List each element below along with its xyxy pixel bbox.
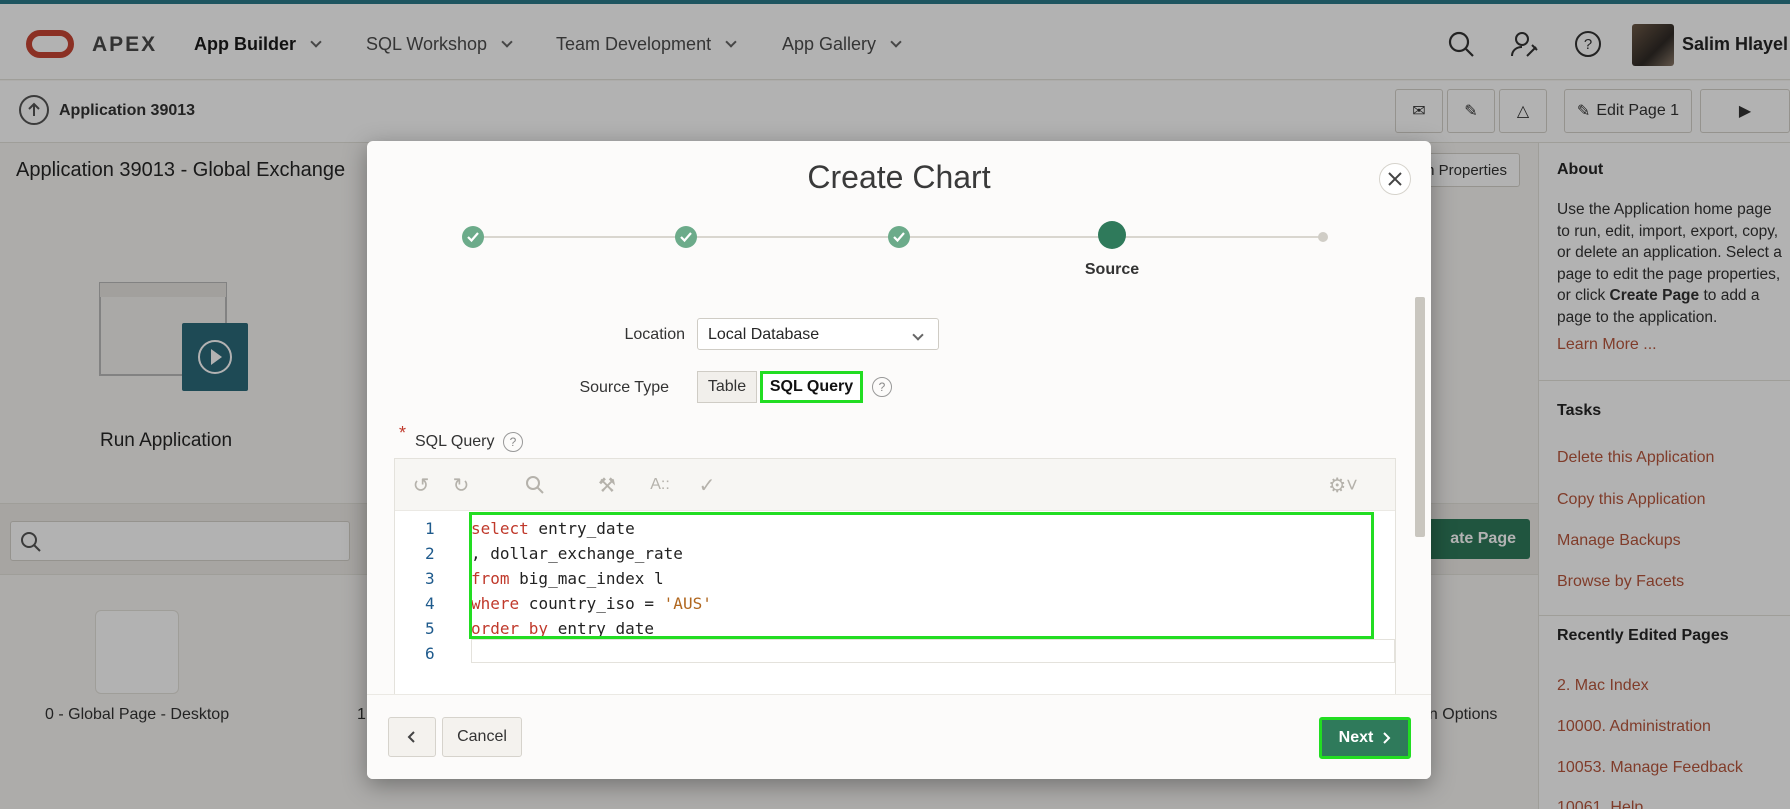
- search-icon[interactable]: [523, 473, 547, 497]
- dialog-scrollbar[interactable]: [1413, 283, 1427, 687]
- sql-query-label: SQL Query: [415, 433, 495, 450]
- dialog-footer: Cancel Next: [367, 694, 1431, 779]
- next-button[interactable]: Next: [1319, 717, 1411, 759]
- location-value: Local Database: [708, 326, 820, 343]
- code-highlight-box: [469, 512, 1374, 639]
- source-type-label: Source Type: [579, 379, 669, 396]
- wizard-step-future: [1318, 232, 1328, 242]
- validate-icon[interactable]: ✓: [695, 473, 719, 497]
- close-icon: [1388, 172, 1402, 186]
- wizard-step-complete: [675, 226, 697, 248]
- active-line: [471, 639, 1395, 663]
- create-chart-dialog: Create Chart Source Location Local Datab…: [367, 141, 1431, 779]
- line-number: 6: [425, 644, 435, 663]
- previous-button[interactable]: [388, 717, 436, 757]
- required-marker: *: [399, 423, 407, 443]
- line-number: 1: [425, 519, 435, 538]
- wizard-step-complete: [888, 226, 910, 248]
- source-type-table[interactable]: Table: [697, 371, 757, 403]
- scroll-thumb[interactable]: [1415, 297, 1425, 537]
- chevron-down-icon: [912, 329, 924, 341]
- wizard-step-label: Source: [1084, 261, 1140, 278]
- close-button[interactable]: [1379, 163, 1411, 195]
- check-icon: [680, 232, 692, 243]
- cancel-button[interactable]: Cancel: [442, 717, 522, 757]
- editor-toolbar: ↺ ↻ ⚒ A:: ✓ ⚙˅: [395, 459, 1395, 511]
- sql-code-editor[interactable]: ↺ ↻ ⚒ A:: ✓ ⚙˅ 1 2 3 4 5 6 select entry_…: [394, 458, 1396, 699]
- format-icon[interactable]: A::: [645, 473, 675, 497]
- wizard-step-current: [1098, 221, 1126, 249]
- help-icon[interactable]: ?: [872, 377, 892, 397]
- wizard-step-complete: [462, 226, 484, 248]
- wrench-icon[interactable]: ⚒: [595, 473, 619, 497]
- dialog-title: Create Chart: [807, 159, 991, 195]
- location-select[interactable]: Local Database: [697, 318, 939, 350]
- help-icon[interactable]: ?: [503, 432, 523, 452]
- location-label: Location: [624, 326, 686, 343]
- check-icon: [893, 232, 905, 243]
- line-number: 2: [425, 544, 435, 563]
- redo-icon[interactable]: ↻: [449, 473, 473, 497]
- chevron-right-icon: [1383, 732, 1391, 744]
- source-type-sql-query[interactable]: SQL Query: [760, 371, 863, 403]
- gear-icon[interactable]: ⚙˅: [1323, 473, 1363, 497]
- line-number: 5: [425, 619, 435, 638]
- line-number-gutter: 1 2 3 4 5 6: [395, 511, 461, 699]
- line-number: 4: [425, 594, 435, 613]
- next-label: Next: [1338, 729, 1374, 746]
- line-number: 3: [425, 569, 435, 588]
- undo-icon[interactable]: ↺: [409, 473, 433, 497]
- check-icon: [467, 232, 479, 243]
- chevron-left-icon: [407, 731, 415, 743]
